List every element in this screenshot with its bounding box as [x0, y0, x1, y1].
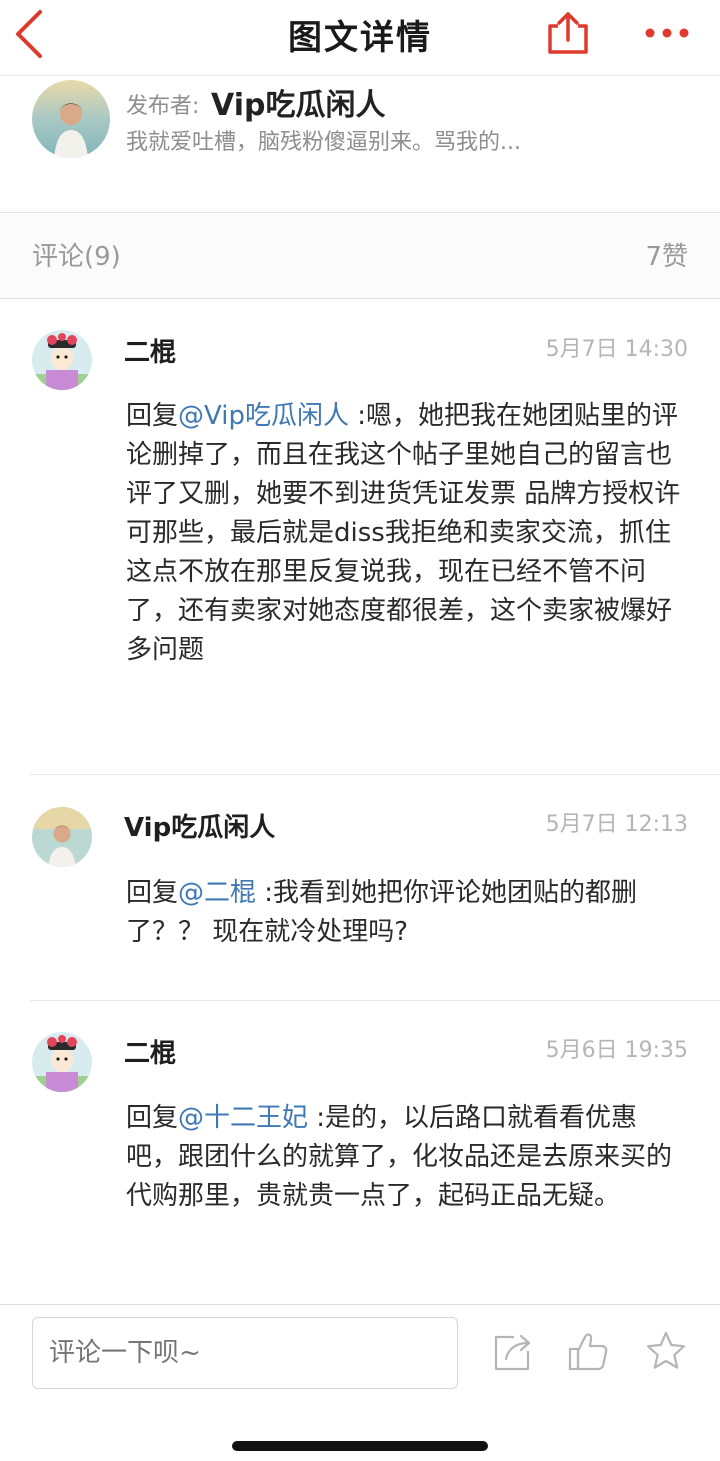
comment-item: Vip吃瓜闲人 5月7日 12:13 回复@二棍 :我看到她把你评论她团贴的都删… [0, 775, 720, 1000]
reply-prefix: 回复 [126, 401, 179, 431]
publisher-label: 发布者: [126, 94, 200, 119]
more-icon[interactable] [642, 20, 692, 46]
publisher-description: 我就爱吐槽，脑残粉傻逼别来。骂我的... [126, 130, 521, 155]
mention-link[interactable]: @二棍 [178, 878, 256, 908]
mention-link[interactable]: @Vip吃瓜闲人 [178, 401, 349, 431]
nav-bar: 图文详情 [0, 0, 720, 76]
reply-prefix: 回复 [126, 878, 179, 908]
comment-input[interactable] [32, 1317, 458, 1389]
publisher-name[interactable]: Vip吃瓜闲人 [211, 80, 385, 124]
divider [0, 298, 720, 299]
avatar[interactable] [32, 1032, 92, 1092]
star-icon[interactable] [644, 1329, 688, 1373]
comment-body: 回复@二棍 :我看到她把你评论她团贴的都删了？？ 现在就冷处理吗? [126, 874, 686, 952]
comment-stats-bar: 评论(9) 7赞 [0, 214, 720, 298]
like-count[interactable]: 7赞 [645, 236, 688, 273]
divider [0, 212, 720, 213]
comment-body: 回复@十二王妃 :是的，以后路口就看看优惠吧，跟团什么的就算了，化妆品还是去原来… [126, 1099, 686, 1216]
bottom-action-bar [0, 1304, 720, 1461]
page-title: 图文详情 [288, 18, 432, 58]
reply-prefix: 回复 [126, 1103, 179, 1133]
thumbs-up-icon[interactable] [566, 1329, 610, 1373]
comment-item: 二棍 5月7日 14:30 回复@Vip吃瓜闲人 :嗯，她把我在她团贴里的评论删… [0, 300, 720, 774]
compose-share-icon[interactable] [490, 1329, 534, 1373]
avatar[interactable] [32, 330, 92, 390]
comment-time: 5月6日 19:35 [545, 1038, 688, 1063]
comment-count: 评论(9) [32, 242, 121, 272]
avatar[interactable] [32, 807, 92, 867]
avatar[interactable] [32, 80, 110, 158]
comment-author[interactable]: Vip吃瓜闲人 [124, 807, 275, 844]
comment-time: 5月7日 12:13 [545, 812, 688, 837]
home-indicator[interactable] [232, 1441, 488, 1451]
comment-author[interactable]: 二棍 [124, 1033, 176, 1070]
share-icon[interactable] [544, 10, 592, 56]
publisher-card[interactable]: 发布者: Vip吃瓜闲人 我就爱吐槽，脑残粉傻逼别来。骂我的... [0, 76, 720, 212]
comment-time: 5月7日 14:30 [545, 337, 688, 362]
comment-item: 二棍 5月6日 19:35 回复@十二王妃 :是的，以后路口就看看优惠吧，跟团什… [0, 1001, 720, 1303]
comment-author[interactable]: 二棍 [124, 332, 176, 369]
comment-body: 回复@Vip吃瓜闲人 :嗯，她把我在她团贴里的评论删掉了，而且在我这个帖子里她自… [126, 397, 686, 670]
mention-link[interactable]: @十二王妃 [178, 1103, 308, 1133]
comment-text: :嗯，她把我在她团贴里的评论删掉了，而且在我这个帖子里她自己的留言也评了又删，她… [126, 401, 681, 665]
